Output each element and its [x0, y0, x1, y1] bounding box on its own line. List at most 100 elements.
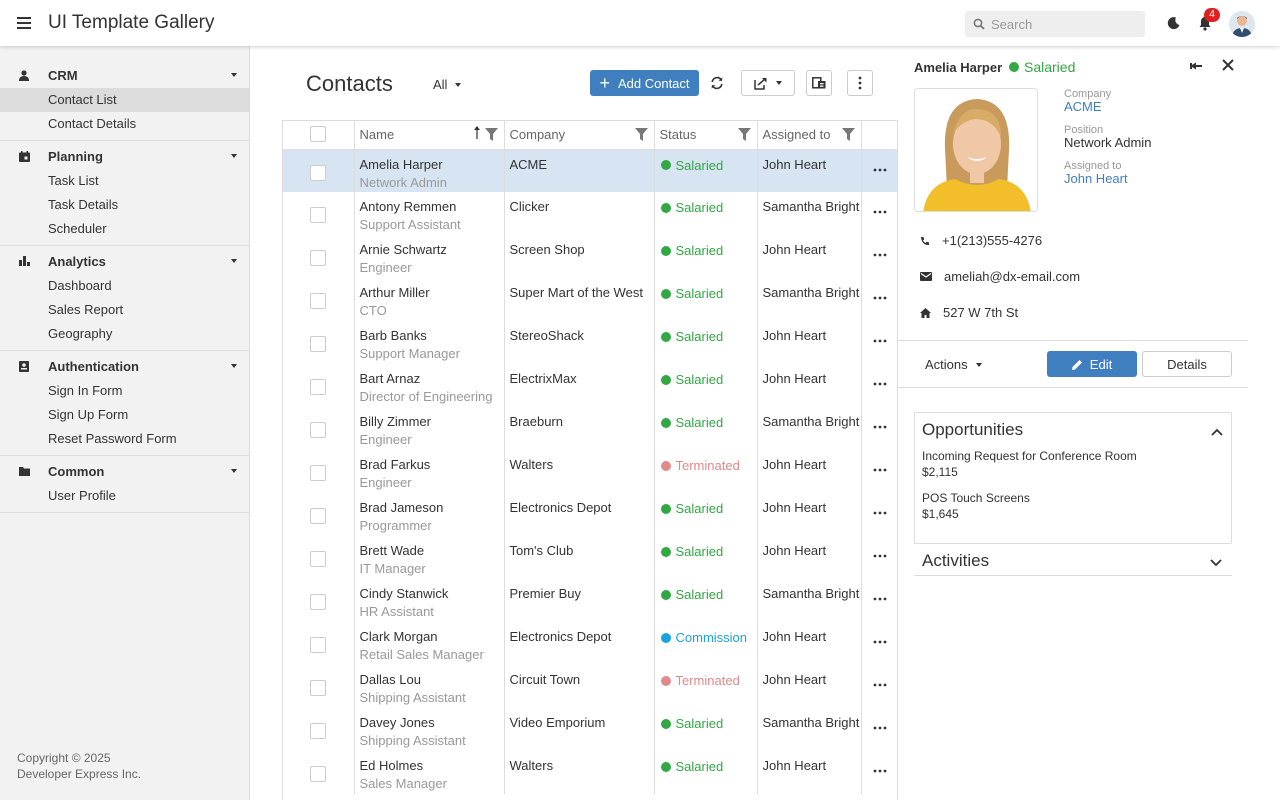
- name-cell[interactable]: Ed Holmes Sales Manager: [354, 751, 505, 794]
- company-link[interactable]: ACME: [1064, 100, 1111, 114]
- status-cell[interactable]: Salaried: [654, 235, 758, 278]
- pin-icon[interactable]: [1189, 59, 1203, 76]
- table-row[interactable]: Ed Holmes Sales Manager Walters Salaried Joh…: [283, 751, 897, 794]
- name-cell[interactable]: Brad Jameson Programmer: [354, 493, 505, 536]
- name-cell[interactable]: Davey Jones Shipping Assistant: [354, 708, 505, 751]
- user-avatar[interactable]: [1229, 11, 1255, 37]
- more-horizontal-icon[interactable]: [873, 726, 887, 730]
- status-cell[interactable]: Salaried: [654, 278, 758, 321]
- table-row[interactable]: Cindy Stanwick HR Assistant Premier Buy Sal…: [283, 579, 897, 622]
- row-checkbox[interactable]: [310, 250, 326, 266]
- row-checkbox[interactable]: [310, 207, 326, 223]
- phone-number[interactable]: +1(213)555-4276: [942, 233, 1042, 248]
- column-header-assigned-to[interactable]: Assigned to: [757, 121, 862, 150]
- status-cell[interactable]: Salaried: [654, 536, 758, 579]
- name-cell[interactable]: Antony Remmen Support Assistant: [354, 192, 505, 235]
- name-cell[interactable]: Cindy Stanwick HR Assistant: [354, 579, 505, 622]
- company-cell[interactable]: ElectrixMax: [504, 364, 655, 407]
- assigned-cell[interactable]: John Heart: [757, 149, 862, 192]
- sidebar-item-geography[interactable]: Geography: [0, 322, 249, 346]
- assigned-cell[interactable]: John Heart: [757, 665, 862, 708]
- sort-ascending-icon[interactable]: [473, 126, 480, 142]
- company-cell[interactable]: Tom's Club: [504, 536, 655, 579]
- company-cell[interactable]: Premier Buy: [504, 579, 655, 622]
- table-row[interactable]: Arthur Miller CTO Super Mart of the West Sa…: [283, 278, 897, 321]
- sidebar-item-contact-details[interactable]: Contact Details: [0, 112, 249, 136]
- sidebar-item-task-details[interactable]: Task Details: [0, 193, 249, 217]
- add-contact-button[interactable]: + Add Contact: [590, 70, 699, 96]
- search-input[interactable]: [991, 16, 1131, 32]
- name-cell[interactable]: Dallas Lou Shipping Assistant: [354, 665, 505, 708]
- column-header-company[interactable]: Company: [504, 121, 655, 150]
- status-cell[interactable]: Terminated: [654, 665, 758, 708]
- export-dropdown-button[interactable]: [741, 70, 795, 96]
- row-checkbox[interactable]: [310, 680, 326, 696]
- assigned-cell[interactable]: John Heart: [757, 751, 862, 794]
- close-icon[interactable]: [1221, 58, 1235, 75]
- table-row[interactable]: Barb Banks Support Manager StereoShack Sala…: [283, 321, 897, 364]
- assigned-cell[interactable]: John Heart: [757, 321, 862, 364]
- company-cell[interactable]: Walters: [504, 450, 655, 493]
- sidebar-item-contact-list[interactable]: Contact List: [0, 88, 249, 112]
- assigned-cell[interactable]: John Heart: [757, 622, 862, 665]
- table-row[interactable]: Davey Jones Shipping Assistant Video Empor…: [283, 708, 897, 751]
- sidebar-item-task-list[interactable]: Task List: [0, 169, 249, 193]
- status-cell[interactable]: Salaried: [654, 407, 758, 450]
- row-checkbox[interactable]: [310, 637, 326, 653]
- table-row[interactable]: Arnie Schwartz Engineer Screen Shop Salarie…: [283, 235, 897, 278]
- assigned-cell[interactable]: Samantha Bright: [757, 708, 862, 751]
- assigned-cell[interactable]: Samantha Bright: [757, 579, 862, 622]
- more-horizontal-icon[interactable]: [873, 597, 887, 601]
- name-cell[interactable]: Billy Zimmer Engineer: [354, 407, 505, 450]
- sidebar-item-scheduler[interactable]: Scheduler: [0, 217, 249, 241]
- row-checkbox[interactable]: [310, 508, 326, 524]
- activities-title[interactable]: Activities: [922, 551, 989, 571]
- more-horizontal-icon[interactable]: [873, 168, 887, 172]
- status-cell[interactable]: Salaried: [654, 751, 758, 794]
- company-cell[interactable]: Electronics Depot: [504, 622, 655, 665]
- column-header-name[interactable]: Name: [354, 121, 505, 150]
- name-cell[interactable]: Amelia Harper Network Admin: [354, 149, 505, 192]
- sidebar-item-sales-report[interactable]: Sales Report: [0, 298, 249, 322]
- chevron-up-icon[interactable]: [1211, 424, 1223, 439]
- assigned-link[interactable]: John Heart: [1064, 172, 1128, 186]
- status-cell[interactable]: Terminated: [654, 450, 758, 493]
- table-row[interactable]: Brad Jameson Programmer Electronics Depot S…: [283, 493, 897, 536]
- company-cell[interactable]: Walters: [504, 751, 655, 794]
- row-checkbox[interactable]: [310, 336, 326, 352]
- filter-icon[interactable]: [737, 128, 751, 144]
- opportunity-item[interactable]: Incoming Request for Conference Room $2,…: [922, 448, 1137, 480]
- assigned-cell[interactable]: John Heart: [757, 450, 862, 493]
- status-cell[interactable]: Salaried: [654, 364, 758, 407]
- company-cell[interactable]: Super Mart of the West: [504, 278, 655, 321]
- more-horizontal-icon[interactable]: [873, 769, 887, 773]
- row-checkbox[interactable]: [310, 379, 326, 395]
- select-all-checkbox[interactable]: [310, 126, 326, 143]
- more-horizontal-icon[interactable]: [873, 468, 887, 472]
- more-horizontal-icon[interactable]: [873, 339, 887, 343]
- more-horizontal-icon[interactable]: [873, 683, 887, 687]
- more-horizontal-icon[interactable]: [873, 382, 887, 386]
- assigned-cell[interactable]: John Heart: [757, 364, 862, 407]
- filter-icon[interactable]: [484, 128, 498, 144]
- sidebar-item-sign-in-form[interactable]: Sign In Form: [0, 379, 249, 403]
- details-button[interactable]: Details: [1142, 351, 1232, 377]
- sidebar-item-dashboard[interactable]: Dashboard: [0, 274, 249, 298]
- nav-group-header-authentication[interactable]: Authentication: [0, 353, 249, 379]
- column-chooser-icon[interactable]: [806, 70, 832, 96]
- name-cell[interactable]: Arnie Schwartz Engineer: [354, 235, 505, 278]
- row-checkbox[interactable]: [310, 551, 326, 567]
- table-row[interactable]: Amelia Harper Network Admin ACME Salaried Jo…: [283, 149, 897, 192]
- table-row[interactable]: Brad Farkus Engineer Walters Terminated John…: [283, 450, 897, 493]
- more-horizontal-icon[interactable]: [873, 511, 887, 515]
- status-cell[interactable]: Salaried: [654, 579, 758, 622]
- more-vertical-icon[interactable]: [847, 70, 873, 96]
- company-cell[interactable]: Electronics Depot: [504, 493, 655, 536]
- name-cell[interactable]: Brett Wade IT Manager: [354, 536, 505, 579]
- status-cell[interactable]: Salaried: [654, 321, 758, 364]
- table-row[interactable]: Dallas Lou Shipping Assistant Circuit Town…: [283, 665, 897, 708]
- name-cell[interactable]: Barb Banks Support Manager: [354, 321, 505, 364]
- more-horizontal-icon[interactable]: [873, 640, 887, 644]
- column-header-status[interactable]: Status: [654, 121, 758, 150]
- assigned-cell[interactable]: John Heart: [757, 536, 862, 579]
